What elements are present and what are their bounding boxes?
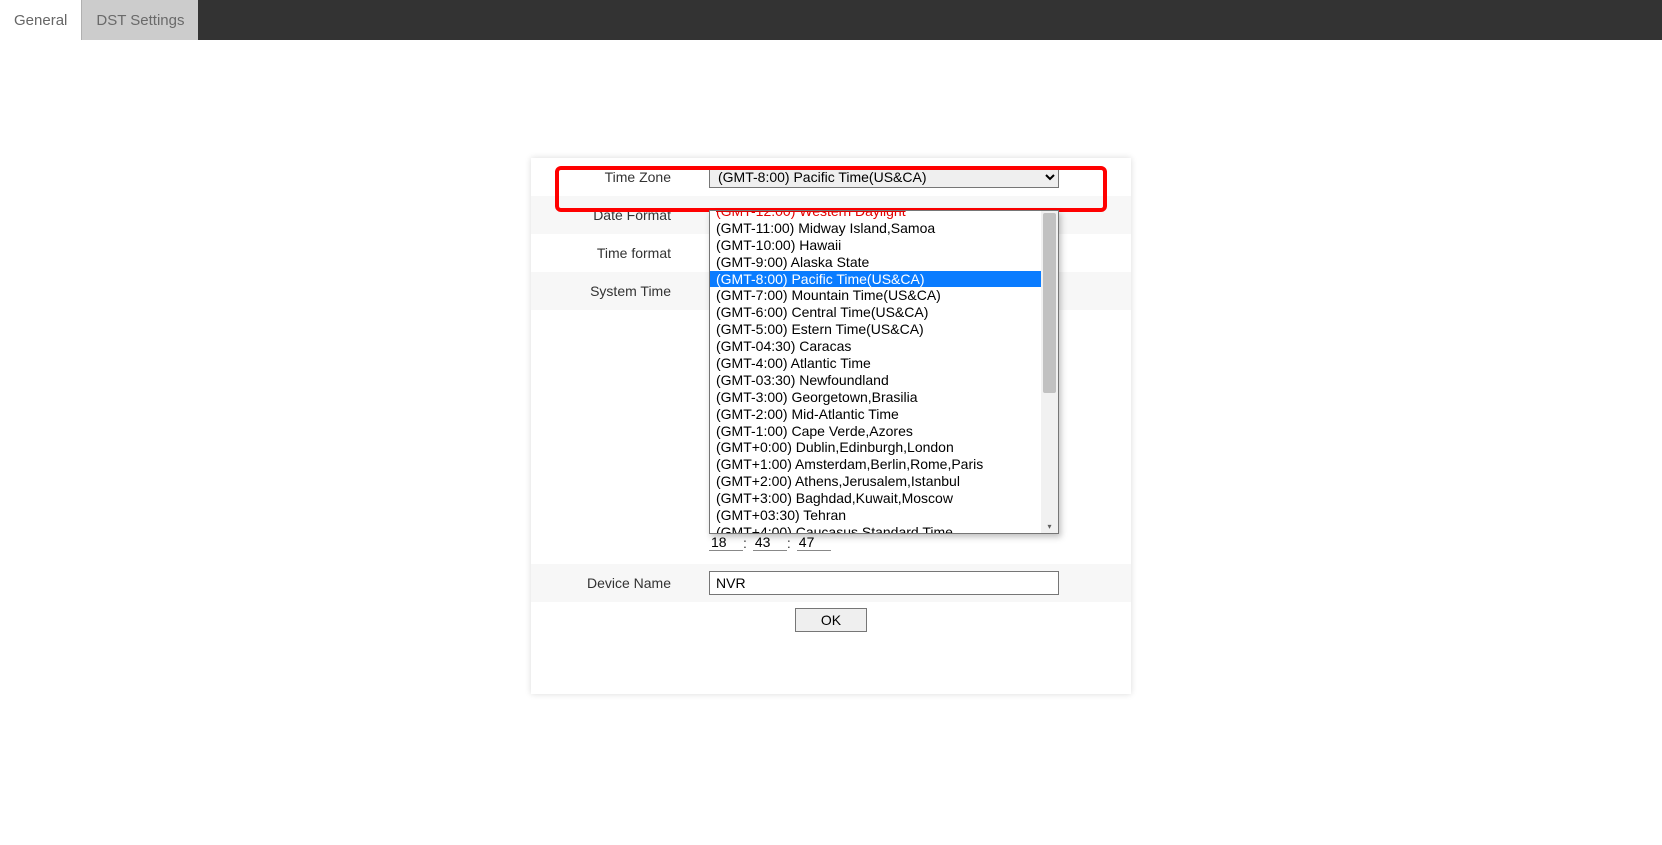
system-time-value: : :	[709, 534, 831, 551]
system-time-label: System Time	[531, 283, 709, 299]
time-second-input[interactable]	[797, 534, 831, 551]
time-zone-option[interactable]: (GMT-12:00) Western Daylight	[710, 211, 1041, 220]
time-zone-option[interactable]: (GMT-1:00) Cape Verde,Azores	[710, 423, 1041, 440]
scrollbar-arrow-down-icon[interactable]: ▾	[1041, 522, 1058, 531]
time-zone-option[interactable]: (GMT-11:00) Midway Island,Samoa	[710, 220, 1041, 237]
time-zone-option[interactable]: (GMT-2:00) Mid-Atlantic Time	[710, 406, 1041, 423]
time-zone-option[interactable]: (GMT+3:00) Baghdad,Kuwait,Moscow	[710, 490, 1041, 507]
time-zone-option[interactable]: (GMT+1:00) Amsterdam,Berlin,Rome,Paris	[710, 456, 1041, 473]
time-zone-option[interactable]: (GMT-9:00) Alaska State	[710, 254, 1041, 271]
time-minute-input[interactable]	[753, 534, 787, 551]
dropdown-scrollbar[interactable]: ▾	[1041, 211, 1058, 533]
time-zone-option[interactable]: (GMT-04:30) Caracas	[710, 338, 1041, 355]
device-name-input[interactable]	[709, 571, 1059, 595]
time-zone-options-list: (GMT-12:00) Western Daylight(GMT-11:00) …	[710, 211, 1041, 533]
time-hour-input[interactable]	[709, 534, 743, 551]
row-ok: OK	[531, 608, 1131, 632]
time-zone-label: Time Zone	[531, 169, 709, 185]
tab-general[interactable]: General	[0, 0, 81, 40]
time-colon-1: :	[743, 535, 753, 551]
time-zone-option[interactable]: (GMT-10:00) Hawaii	[710, 237, 1041, 254]
device-name-label: Device Name	[531, 575, 709, 591]
time-zone-option[interactable]: (GMT-3:00) Georgetown,Brasilia	[710, 389, 1041, 406]
time-zone-select[interactable]: (GMT-8:00) Pacific Time(US&CA)	[709, 166, 1059, 188]
tab-dst-settings[interactable]: DST Settings	[81, 0, 198, 40]
tab-bar: General DST Settings	[0, 0, 1662, 40]
ok-button[interactable]: OK	[795, 608, 867, 632]
scrollbar-thumb[interactable]	[1043, 213, 1056, 393]
row-time-zone: Time Zone (GMT-8:00) Pacific Time(US&CA)	[531, 158, 1131, 196]
time-zone-option[interactable]: (GMT-4:00) Atlantic Time	[710, 355, 1041, 372]
settings-panel: Time Zone (GMT-8:00) Pacific Time(US&CA)…	[531, 158, 1131, 694]
time-zone-option[interactable]: (GMT-6:00) Central Time(US&CA)	[710, 304, 1041, 321]
time-zone-option[interactable]: (GMT+4:00) Caucasus Standard Time	[710, 524, 1041, 533]
time-format-label: Time format	[531, 245, 709, 261]
time-zone-option[interactable]: (GMT-8:00) Pacific Time(US&CA)	[710, 271, 1041, 288]
time-zone-option[interactable]: (GMT-03:30) Newfoundland	[710, 372, 1041, 389]
time-zone-dropdown-popup: (GMT-12:00) Western Daylight(GMT-11:00) …	[709, 210, 1059, 534]
time-zone-option[interactable]: (GMT+03:30) Tehran	[710, 507, 1041, 524]
row-device-name: Device Name	[531, 564, 1131, 602]
date-format-label: Date Format	[531, 207, 709, 223]
time-zone-option[interactable]: (GMT-7:00) Mountain Time(US&CA)	[710, 287, 1041, 304]
time-colon-2: :	[787, 535, 797, 551]
time-zone-option[interactable]: (GMT+0:00) Dublin,Edinburgh,London	[710, 439, 1041, 456]
time-zone-option[interactable]: (GMT+2:00) Athens,Jerusalem,Istanbul	[710, 473, 1041, 490]
time-zone-option[interactable]: (GMT-5:00) Estern Time(US&CA)	[710, 321, 1041, 338]
